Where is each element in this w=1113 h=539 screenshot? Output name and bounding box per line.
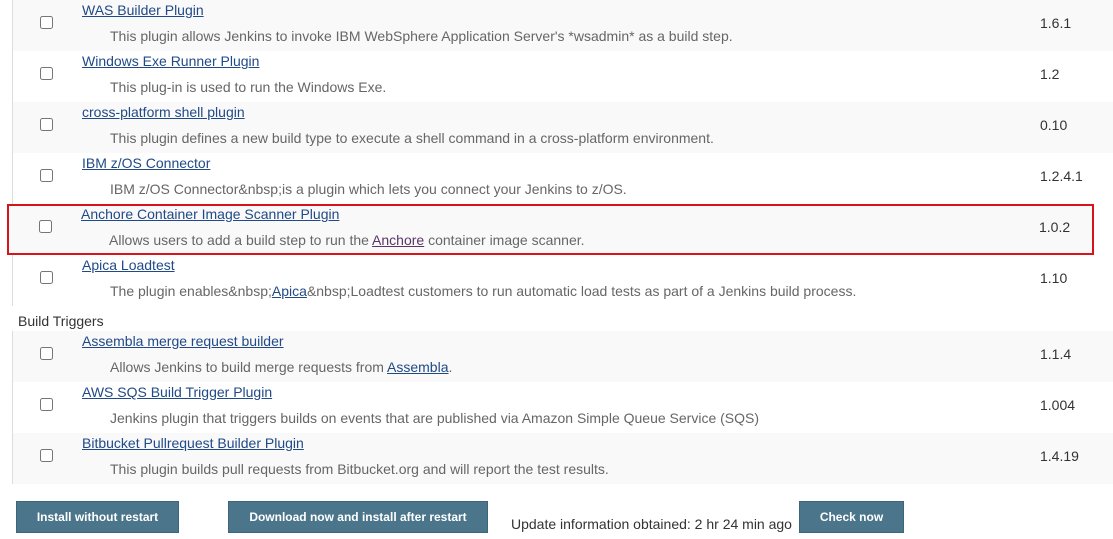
plugin-version: 1.6.1 [1040,15,1072,31]
plugin-version: 0.10 [1040,117,1068,133]
plugin-version: 1.1.4 [1040,346,1072,362]
plugin-description: This plugin builds pull requests from Bi… [110,461,609,477]
plugin-checkbox[interactable] [40,398,53,411]
check-now-button[interactable]: Check now [799,501,904,533]
plugin-version: 1.10 [1040,270,1068,286]
plugin-description: The plugin enables&nbsp;Apica&nbsp;Loadt… [110,283,856,299]
plugin-row: IBM z/OS Connector IBM z/OS Connector&nb… [12,153,1113,204]
plugin-manager-available: WAS Builder Plugin This plugin allows Je… [0,0,1113,539]
plugin-description: IBM z/OS Connector&nbsp;is a plugin whic… [110,181,627,197]
plugin-version: 1.2 [1040,66,1060,82]
plugin-description: This plugin allows Jenkins to invoke IBM… [110,28,733,44]
plugin-name-link[interactable]: Windows Exe Runner Plugin [82,53,259,69]
plugin-name-link[interactable]: cross-platform shell plugin [82,104,245,120]
plugin-description: This plugin defines a new build type to … [110,130,714,146]
desc-text: container image scanner. [424,232,585,248]
install-without-restart-button[interactable]: Install without restart [16,501,179,533]
plugin-row: cross-platform shell plugin This plugin … [12,102,1113,153]
plugin-row: AWS SQS Build Trigger Plugin Jenkins plu… [12,382,1113,433]
update-info-text: Update information obtained: 2 hr 24 min… [511,516,792,532]
desc-text: The plugin enables&nbsp; [110,283,272,299]
plugin-checkbox[interactable] [40,118,53,131]
plugin-name-link[interactable]: Assembla merge request builder [82,333,284,349]
plugin-row: Assembla merge request builder Allows Je… [12,331,1113,382]
plugin-checkbox[interactable] [40,169,53,182]
plugin-row: Apica Loadtest The plugin enables&nbsp;A… [12,255,1113,306]
apica-link[interactable]: Apica [272,283,307,299]
plugin-name-link[interactable]: WAS Builder Plugin [82,2,204,18]
plugin-checkbox[interactable] [40,67,53,80]
desc-text: Allows Jenkins to build merge requests f… [110,359,388,375]
anchore-link[interactable]: Anchore [372,232,424,248]
plugin-checkbox[interactable] [39,220,52,233]
category-header: Build Triggers [12,306,1113,331]
plugin-description: Jenkins plugin that triggers builds on e… [110,410,760,426]
plugin-row: Bitbucket Pullrequest Builder Plugin Thi… [12,433,1113,484]
plugin-version: 1.4.19 [1040,448,1079,464]
download-install-after-restart-button[interactable]: Download now and install after restart [228,501,488,533]
category-label: Build Triggers [18,313,104,329]
plugin-description: This plug-in is used to run the Windows … [110,79,387,95]
plugin-checkbox[interactable] [40,449,53,462]
plugin-name-link[interactable]: AWS SQS Build Trigger Plugin [82,384,272,400]
plugin-row-highlighted: Anchore Container Image Scanner Plugin A… [7,204,1094,255]
plugin-list: WAS Builder Plugin This plugin allows Je… [7,0,1113,484]
desc-text: Allows users to add a build step to run … [109,232,373,248]
plugin-version: 1.0.2 [1039,219,1071,235]
plugin-row: WAS Builder Plugin This plugin allows Je… [12,0,1113,51]
plugin-checkbox[interactable] [40,347,53,360]
plugin-checkbox[interactable] [40,16,53,29]
plugin-name-link[interactable]: Bitbucket Pullrequest Builder Plugin [82,435,304,451]
plugin-description: Allows Jenkins to build merge requests f… [110,359,452,375]
plugin-version: 1.004 [1040,397,1076,413]
plugin-name-link[interactable]: IBM z/OS Connector [82,155,210,171]
plugin-description: Allows users to add a build step to run … [109,232,585,248]
plugin-checkbox[interactable] [40,271,53,284]
plugin-version: 1.2.4.1 [1040,168,1083,184]
desc-text: . [448,359,453,375]
plugin-name-link[interactable]: Anchore Container Image Scanner Plugin [81,206,339,222]
assembla-link[interactable]: Assembla [387,359,448,375]
plugin-name-link[interactable]: Apica Loadtest [82,257,175,273]
plugin-row: Windows Exe Runner Plugin This plug-in i… [12,51,1113,102]
desc-text: &nbsp;Loadtest customers to run automati… [306,283,857,299]
